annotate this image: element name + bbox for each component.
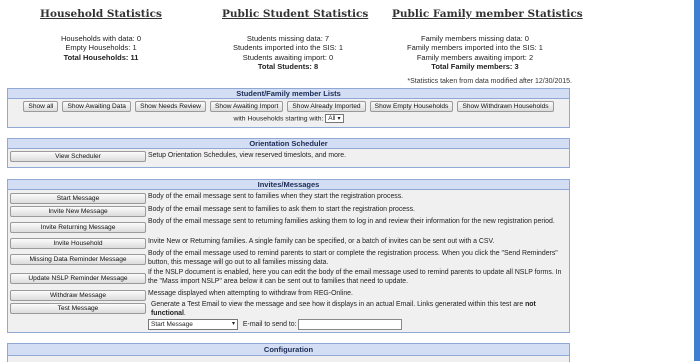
- family-awaiting-import: Family members awaiting import: 2: [416, 52, 534, 62]
- withdraw-message-desc: Message displayed when attempting to wit…: [148, 290, 353, 297]
- invite-returning-message-desc: Body of the email message sent to return…: [148, 218, 555, 225]
- invite-household-desc: Invite New or Returning families. A sing…: [148, 238, 495, 245]
- test-desc-text: Generate a Test Email to view the messag…: [151, 301, 524, 308]
- invite-returning-row: Invite Returning Message Body of the ema…: [8, 218, 569, 236]
- show-all-button[interactable]: Show all: [23, 101, 59, 112]
- invite-new-message-desc: Body of the email message sent to famili…: [148, 206, 415, 213]
- test-desc-end: .: [183, 309, 186, 317]
- statistics-note: *Statistics taken from data modified aft…: [407, 78, 572, 85]
- start-message-row: Start Message Body of the email message …: [8, 192, 569, 204]
- show-already-imported-button[interactable]: Show Already Imported: [287, 101, 366, 112]
- invite-new-row: Invite New Message Body of the email mes…: [8, 205, 569, 217]
- test-message-select-value: Start Message: [151, 321, 193, 328]
- show-needs-review-button[interactable]: Show Needs Review: [135, 101, 206, 112]
- withdraw-row: Withdraw Message Message displayed when …: [8, 289, 569, 301]
- orientation-description: Setup Orientation Schedules, view reserv…: [148, 152, 347, 159]
- email-input[interactable]: [298, 319, 403, 330]
- test-message-desc: Generate a Test Email to view the messag…: [148, 301, 565, 318]
- missing-data-reminder-desc: Body of the email message used to remind…: [148, 250, 558, 266]
- total-students: Total Students: 8: [257, 61, 319, 71]
- missing-data-reminder-button[interactable]: Missing Data Reminder Message: [10, 254, 146, 265]
- student-statistics: Public Student Statistics Students missi…: [222, 8, 369, 71]
- starting-with-row: with Households starting with: All ▾: [8, 114, 569, 123]
- students-imported: Students imported into the SIS: 1: [232, 43, 344, 53]
- starting-with-label: with Households starting with:: [233, 115, 324, 123]
- orientation-panel: Orientation Scheduler View Scheduler Set…: [7, 138, 570, 168]
- show-awaiting-data-button[interactable]: Show Awaiting Data: [62, 101, 131, 112]
- students-missing-data: Students missing data: 7: [246, 34, 330, 43]
- show-empty-households-button[interactable]: Show Empty Households: [369, 101, 454, 112]
- configuration-panel: Configuration: [7, 343, 570, 362]
- configuration-header: Configuration: [8, 344, 569, 356]
- lists-header: Student/Family member Lists: [8, 89, 569, 99]
- lists-panel: Student/Family member Lists Show all Sho…: [7, 88, 570, 128]
- update-nslp-row: Update NSLP Reminder Message If the NSLP…: [8, 269, 569, 287]
- family-statistics: Public Family member Statistics Family m…: [392, 8, 583, 71]
- missing-data-row: Missing Data Reminder Message Body of th…: [8, 250, 569, 268]
- email-label: E-mail to send to:: [242, 321, 297, 329]
- invites-header: Invites/Messages: [8, 180, 569, 190]
- chevron-down-icon: ▾: [337, 116, 341, 122]
- withdraw-message-button[interactable]: Withdraw Message: [10, 290, 146, 301]
- start-message-button[interactable]: Start Message: [10, 193, 146, 204]
- show-awaiting-import-button[interactable]: Show Awaiting Import: [210, 101, 284, 112]
- view-scheduler-button[interactable]: View Scheduler: [10, 151, 146, 162]
- orientation-row: View Scheduler Setup Orientation Schedul…: [8, 149, 569, 164]
- right-edge-bar: [694, 0, 700, 361]
- invite-household-button[interactable]: Invite Household: [10, 238, 146, 249]
- test-form: Start Message ▾ E-mail to send to:: [148, 319, 403, 330]
- family-stats-title: Public Family member Statistics: [392, 8, 583, 20]
- invite-new-message-button[interactable]: Invite New Message: [10, 206, 146, 217]
- household-stats-title: Household Statistics: [40, 8, 162, 20]
- family-missing-data: Family members missing data: 0: [421, 34, 529, 43]
- update-nslp-reminder-button[interactable]: Update NSLP Reminder Message: [10, 273, 146, 284]
- total-households: Total Households: 11: [63, 52, 139, 62]
- test-message-row: Test Message Generate a Test Email to vi…: [8, 301, 569, 331]
- show-withdrawn-households-button[interactable]: Show Withdrawn Households: [457, 101, 554, 112]
- update-nslp-reminder-desc: If the NSLP document is enabled, here yo…: [148, 269, 562, 285]
- starting-with-value: All: [328, 115, 336, 122]
- orientation-header: Orientation Scheduler: [8, 139, 569, 149]
- test-message-button[interactable]: Test Message: [10, 303, 146, 314]
- students-awaiting-import: Students awaiting import: 0: [242, 52, 334, 62]
- chevron-down-icon: ▾: [231, 321, 235, 327]
- starting-with-select[interactable]: All ▾: [325, 114, 344, 123]
- households-with-data: Households with data: 0: [60, 34, 142, 43]
- invites-panel: Invites/Messages Start Message Body of t…: [7, 179, 570, 333]
- invite-returning-message-button[interactable]: Invite Returning Message: [10, 222, 146, 233]
- statistics-area: Household Statistics Households with dat…: [0, 0, 694, 72]
- lists-button-row: Show all Show Awaiting Data Show Needs R…: [8, 99, 569, 113]
- start-message-desc: Body of the email message sent to famili…: [148, 193, 404, 200]
- total-family-members: Total Family members: 3: [431, 61, 519, 71]
- household-statistics: Household Statistics Households with dat…: [40, 8, 162, 62]
- student-stats-title: Public Student Statistics: [222, 8, 369, 20]
- family-imported: Family members imported into the SIS: 1: [407, 43, 543, 53]
- invite-household-row: Invite Household Invite New or Returning…: [8, 237, 569, 249]
- test-message-select[interactable]: Start Message ▾: [148, 319, 238, 330]
- empty-households: Empty Households: 1: [65, 43, 137, 53]
